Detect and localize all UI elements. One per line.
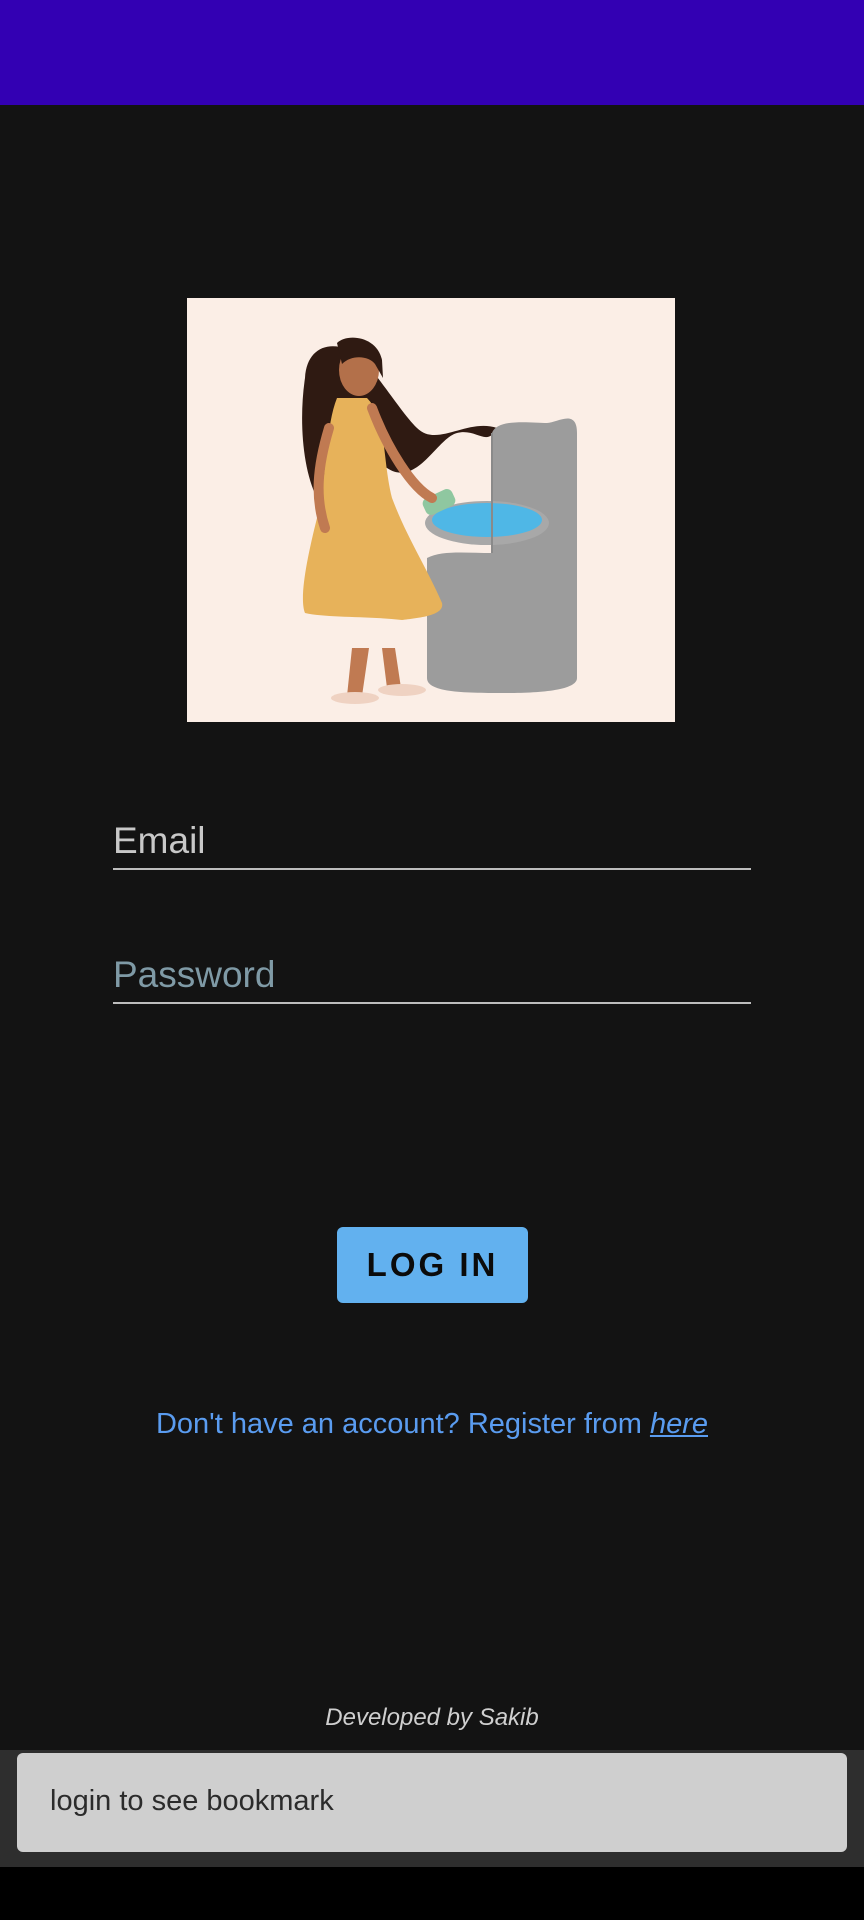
register-prompt: Don't have an account? Register from her… [0, 1408, 864, 1441]
password-field[interactable] [113, 942, 751, 1004]
hero-illustration [187, 298, 675, 722]
status-bar [0, 0, 864, 105]
system-navigation-bar [0, 1867, 864, 1920]
register-link[interactable]: here [650, 1408, 708, 1440]
login-button[interactable]: LOG IN [337, 1227, 528, 1303]
snackbar-message: login to see bookmark [50, 1785, 334, 1817]
woman-at-well-illustration [302, 337, 577, 704]
developer-credit: Developed by Sakib [325, 1704, 539, 1731]
email-field[interactable] [113, 808, 751, 870]
snackbar: login to see bookmark [17, 1753, 847, 1852]
password-input[interactable] [113, 954, 751, 996]
email-input[interactable] [113, 820, 751, 862]
register-prompt-text: Don't have an account? Register from [155, 1408, 650, 1440]
